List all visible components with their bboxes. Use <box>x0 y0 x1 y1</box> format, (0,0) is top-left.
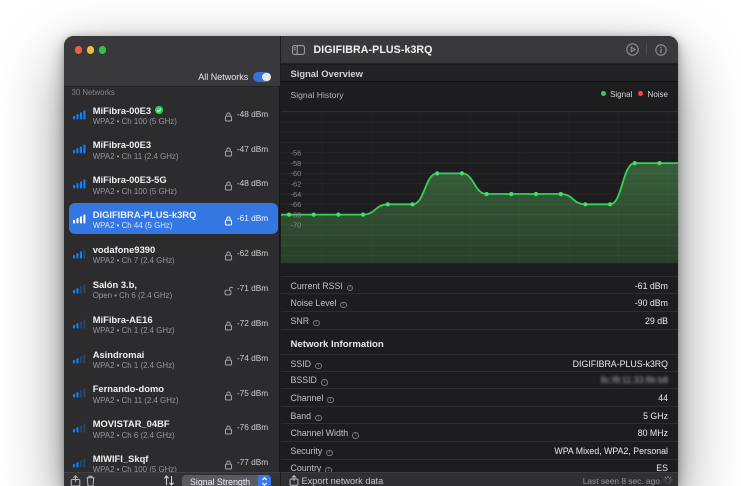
svg-text:-60: -60 <box>291 169 302 178</box>
svg-text:-56: -56 <box>291 149 302 158</box>
svg-text:-66: -66 <box>291 200 302 209</box>
svg-text:-70: -70 <box>291 221 302 230</box>
svg-text:-62: -62 <box>291 180 302 189</box>
svg-text:-64: -64 <box>291 190 302 199</box>
svg-text:-68: -68 <box>291 210 302 219</box>
svg-text:-58: -58 <box>291 159 302 168</box>
